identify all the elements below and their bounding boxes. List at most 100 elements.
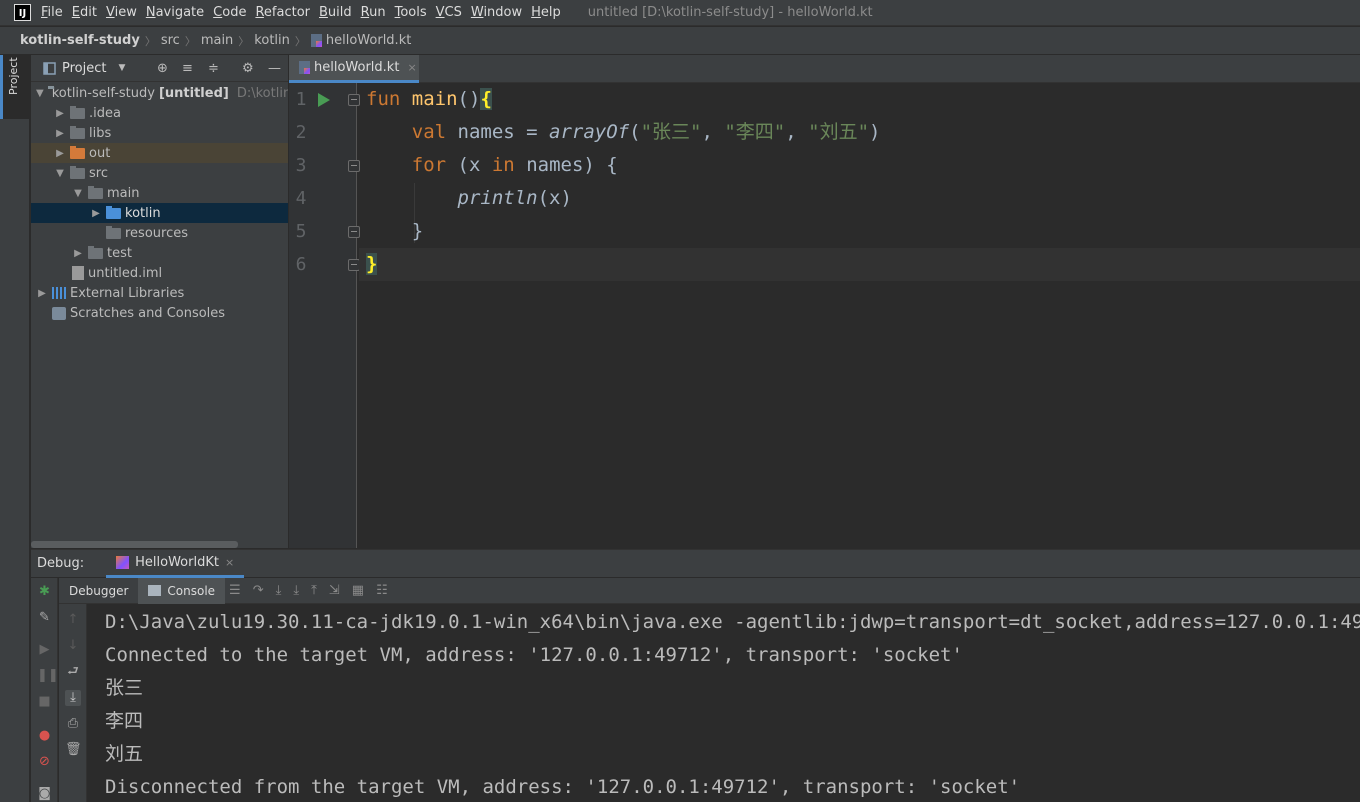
chevron-right-icon[interactable]: ▶ xyxy=(54,108,66,119)
horizontal-scrollbar[interactable] xyxy=(31,541,238,548)
project-panel: Project ▼ ⊕ ≡ ≑ ⚙ — ▼ kotlin-self-study … xyxy=(31,55,288,548)
folder-icon xyxy=(70,105,85,119)
chevron-right-icon[interactable]: ▶ xyxy=(90,208,102,219)
tree-item-kotlin[interactable]: ▶ kotlin xyxy=(31,203,288,223)
soft-wrap-icon[interactable]: ⮐ xyxy=(65,664,81,680)
chevron-right-icon[interactable]: ▶ xyxy=(72,248,84,259)
debug-label: Debug: xyxy=(37,556,85,571)
breadcrumb-src[interactable]: src xyxy=(161,33,180,48)
current-line-highlight xyxy=(359,248,1360,281)
code-area[interactable]: fun main(){ val names = arrayOf("张三", "李… xyxy=(359,83,1360,548)
close-icon[interactable]: × xyxy=(407,61,416,74)
mute-breakpoints-icon[interactable]: ⊘ xyxy=(37,754,52,769)
wrench-icon[interactable]: ✎ xyxy=(37,610,52,625)
project-tool-tab[interactable]: Project xyxy=(0,55,30,119)
debug-session-label: HelloWorldKt xyxy=(135,554,219,570)
hide-icon[interactable]: — xyxy=(268,61,281,76)
tree-item-resources[interactable]: resources xyxy=(31,223,288,243)
project-panel-title[interactable]: Project xyxy=(62,61,106,76)
console-line: 张三 xyxy=(105,677,144,699)
debug-session-tab[interactable]: HelloWorldKt × xyxy=(106,550,245,578)
menu-file[interactable]: File xyxy=(41,5,63,20)
chevron-right-icon[interactable]: ▶ xyxy=(36,288,48,299)
step-over-icon[interactable]: ↷ xyxy=(253,583,264,598)
arrow-up-icon[interactable]: ↑ xyxy=(65,612,81,628)
console-line: Connected to the target VM, address: '12… xyxy=(105,644,963,666)
tree-item-idea[interactable]: ▶ .idea xyxy=(31,103,288,123)
tree-item-src[interactable]: ▼ src xyxy=(31,163,288,183)
chevron-down-icon[interactable]: ▼ xyxy=(118,63,125,73)
menu-view[interactable]: View xyxy=(106,5,137,20)
menu-navigate[interactable]: Navigate xyxy=(146,5,204,20)
breadcrumb-kotlin[interactable]: kotlin xyxy=(254,33,290,48)
view-breakpoints-icon[interactable]: ● xyxy=(37,728,52,743)
scroll-to-end-icon[interactable]: ⤓ xyxy=(65,690,81,706)
trace-icon[interactable]: ☷ xyxy=(376,583,388,598)
gear-icon[interactable]: ⚙ xyxy=(242,61,254,76)
trash-icon[interactable]: 🗑 xyxy=(65,742,82,758)
chevron-down-icon[interactable]: ▼ xyxy=(54,168,66,179)
close-icon[interactable]: × xyxy=(225,556,234,569)
menu-tools[interactable]: Tools xyxy=(395,5,427,20)
breadcrumb-project[interactable]: kotlin-self-study xyxy=(20,33,140,48)
code-line-2: val names = arrayOf("张三", "李四", "刘五") xyxy=(411,121,881,143)
collapse-all-icon[interactable]: ≑ xyxy=(208,61,219,76)
menu-code[interactable]: Code xyxy=(213,5,246,20)
debug-toolbar: Debugger Console ☰ ↷ ⤓ ⤓ ⤒ ⇲ ▦ ☷ xyxy=(59,577,1360,604)
menu-window[interactable]: Window xyxy=(471,5,522,20)
expand-all-icon[interactable]: ≡ xyxy=(182,61,193,76)
line-number: 2 xyxy=(295,122,307,143)
menu-refactor[interactable]: Refactor xyxy=(255,5,310,20)
tree-item-external-libraries[interactable]: ▶ External Libraries xyxy=(31,283,288,303)
run-gutter-icon[interactable] xyxy=(318,93,330,107)
menu-edit[interactable]: Edit xyxy=(72,5,97,20)
debug-bug-icon[interactable]: ✱ xyxy=(37,584,52,599)
tree-item-scratches[interactable]: Scratches and Consoles xyxy=(31,303,288,323)
tree-item-label: Scratches and Consoles xyxy=(70,305,226,321)
tab-console[interactable]: Console xyxy=(138,577,226,604)
tree-item-label: .idea xyxy=(89,105,121,121)
camera-icon[interactable]: ◙ xyxy=(37,786,52,801)
menu-run[interactable]: Run xyxy=(361,5,386,20)
step-into-icon[interactable]: ⤓ xyxy=(276,583,282,598)
chevron-right-icon[interactable]: ▶ xyxy=(54,128,66,139)
line-number: 4 xyxy=(295,188,307,209)
code-line-5: } xyxy=(411,220,424,242)
debug-tool-window-header: Debug: HelloWorldKt × xyxy=(31,549,1360,578)
resources-folder-icon xyxy=(106,225,121,239)
run-to-cursor-icon[interactable]: ⇲ xyxy=(329,583,340,598)
locate-icon[interactable]: ⊕ xyxy=(157,61,168,76)
tree-item-label: untitled.iml xyxy=(88,265,163,281)
menu-help[interactable]: Help xyxy=(531,5,561,20)
step-out-icon[interactable]: ⤒ xyxy=(311,583,317,598)
breadcrumb-separator: 〉 xyxy=(294,34,306,48)
pause-icon[interactable]: ❚❚ xyxy=(37,668,59,683)
print-icon[interactable]: ⎙ xyxy=(65,716,81,732)
tree-item-out[interactable]: ▶ out xyxy=(31,143,288,163)
menu-lines-icon[interactable]: ☰ xyxy=(229,583,241,598)
tree-item-project-root[interactable]: ▼ kotlin-self-study [untitled] D:\kotlin… xyxy=(31,83,288,103)
tree-item-test[interactable]: ▶ test xyxy=(31,243,288,263)
console-side-toolbar: ↑ ↓ ⮐ ⤓ ⎙ 🗑 xyxy=(59,604,87,802)
chevron-down-icon[interactable]: ▼ xyxy=(36,88,44,99)
tree-item-label: test xyxy=(107,245,132,261)
tab-debugger[interactable]: Debugger xyxy=(59,578,138,604)
scratches-icon xyxy=(52,306,66,320)
menu-build[interactable]: Build xyxy=(319,5,352,20)
menu-vcs[interactable]: VCS xyxy=(436,5,462,20)
arrow-down-icon[interactable]: ↓ xyxy=(65,638,81,654)
chevron-down-icon[interactable]: ▼ xyxy=(72,188,84,199)
evaluate-icon[interactable]: ▦ xyxy=(352,583,364,598)
intellij-logo-icon[interactable]: IJ xyxy=(14,4,31,21)
resume-icon[interactable]: ▶ xyxy=(37,642,52,657)
chevron-right-icon[interactable]: ▶ xyxy=(54,148,66,159)
tree-item-libs[interactable]: ▶ libs xyxy=(31,123,288,143)
force-step-into-icon[interactable]: ⤓ xyxy=(293,583,299,598)
console-output[interactable]: D:\Java\zulu19.30.11-ca-jdk19.0.1-win_x6… xyxy=(88,604,1360,802)
stop-icon[interactable]: ■ xyxy=(37,694,52,709)
tree-item-iml[interactable]: untitled.iml xyxy=(31,263,288,283)
breadcrumb-file[interactable]: helloWorld.kt xyxy=(326,33,411,48)
breadcrumb-main[interactable]: main xyxy=(201,33,233,48)
tree-item-main[interactable]: ▼ main xyxy=(31,183,288,203)
editor-tab-helloworld[interactable]: helloWorld.kt × xyxy=(289,55,419,83)
